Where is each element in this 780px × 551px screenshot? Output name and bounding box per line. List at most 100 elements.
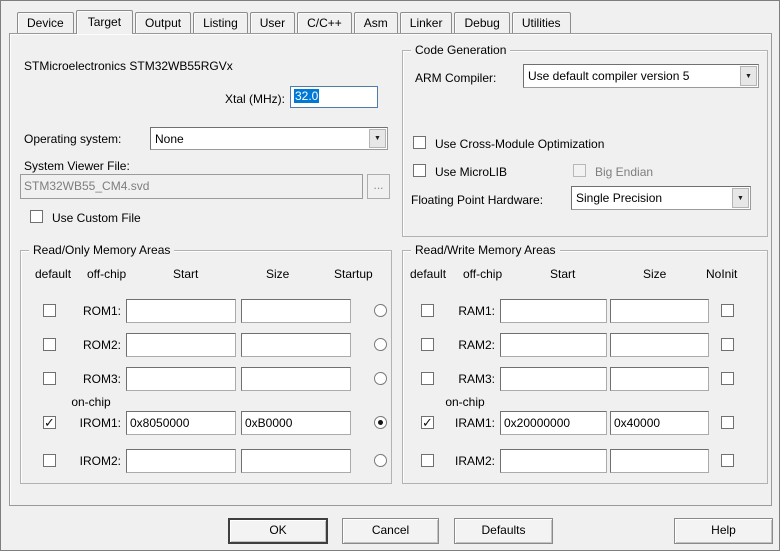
rom-header-default: default (35, 267, 72, 281)
big-endian-checkbox[interactable] (573, 164, 586, 177)
tab-cpp[interactable]: C/C++ (297, 12, 352, 33)
iram2-size-input[interactable] (610, 449, 709, 473)
browse-svd-button[interactable]: ... (367, 174, 390, 199)
defaults-button[interactable]: Defaults (454, 518, 553, 544)
iram1-row: IRAM1: (403, 411, 767, 437)
irom2-default-checkbox[interactable] (43, 454, 56, 467)
operating-system-select[interactable]: None (150, 127, 388, 150)
tab-user[interactable]: User (249, 12, 296, 33)
dropdown-arrow-icon[interactable] (732, 188, 749, 208)
options-for-target-dialog: Device Target Output Listing User C/C++ … (0, 0, 780, 551)
tab-debug[interactable]: Debug (454, 12, 510, 33)
tab-target[interactable]: Target (75, 10, 134, 34)
dropdown-arrow-icon[interactable] (740, 66, 757, 86)
tab-asm[interactable]: Asm (353, 12, 398, 33)
rom1-size-input[interactable] (241, 299, 351, 323)
xtal-input[interactable]: 32.0 (290, 86, 378, 108)
dropdown-arrow-icon[interactable] (369, 129, 386, 148)
ram1-start-input[interactable] (500, 299, 607, 323)
irom2-size-input[interactable] (241, 449, 351, 473)
irom2-label: IROM2: (79, 454, 121, 468)
read-write-memory-title: Read/Write Memory Areas (411, 243, 560, 257)
iram1-size-input[interactable] (610, 411, 709, 435)
rom2-startup-radio[interactable] (374, 338, 387, 351)
rom3-default-checkbox[interactable] (43, 372, 56, 385)
ram3-row: RAM3: (403, 367, 767, 393)
xtal-selected-text: 32.0 (294, 89, 320, 103)
iram2-default-checkbox[interactable] (421, 454, 434, 467)
ram2-size-input[interactable] (610, 333, 709, 357)
rom2-start-input[interactable] (126, 333, 236, 357)
cross-module-optimization-checkbox[interactable] (413, 136, 426, 149)
iram1-start-input[interactable] (500, 411, 607, 435)
use-custom-file-checkbox[interactable] (30, 210, 43, 223)
ram1-size-input[interactable] (610, 299, 709, 323)
ram3-start-input[interactable] (500, 367, 607, 391)
rom3-start-input[interactable] (126, 367, 236, 391)
rom3-row: ROM3: (21, 367, 391, 393)
irom1-start-input[interactable] (126, 411, 236, 435)
use-microlib-label: Use MicroLIB (435, 165, 508, 179)
ram3-noinit-checkbox[interactable] (721, 372, 734, 385)
rom1-default-checkbox[interactable] (43, 304, 56, 317)
rom1-label: ROM1: (82, 304, 121, 318)
ram2-row: RAM2: (403, 333, 767, 359)
system-viewer-file-field[interactable]: STM32WB55_CM4.svd (20, 174, 363, 199)
iram2-row: IRAM2: (403, 449, 767, 475)
help-button[interactable]: Help (674, 518, 773, 544)
ram1-label: RAM1: (458, 304, 495, 318)
floating-point-hardware-select[interactable]: Single Precision (571, 186, 751, 210)
ram-header-size: Size (643, 267, 667, 281)
arm-compiler-select[interactable]: Use default compiler version 5 (523, 64, 759, 88)
rom-header-start: Start (173, 267, 199, 281)
tab-device[interactable]: Device (17, 12, 74, 33)
arm-compiler-value: Use default compiler version 5 (528, 69, 690, 83)
ram-column-headers: default off-chip Start Size NoInit (403, 267, 767, 281)
rom-header-size: Size (266, 267, 290, 281)
ram1-default-checkbox[interactable] (421, 304, 434, 317)
rom1-start-input[interactable] (126, 299, 236, 323)
ram3-label: RAM3: (458, 372, 495, 386)
iram1-noinit-checkbox[interactable] (721, 416, 734, 429)
ram-header-noinit: NoInit (706, 267, 738, 281)
ram1-noinit-checkbox[interactable] (721, 304, 734, 317)
iram2-start-input[interactable] (500, 449, 607, 473)
irom1-size-input[interactable] (241, 411, 351, 435)
irom2-start-input[interactable] (126, 449, 236, 473)
rom1-startup-radio[interactable] (374, 304, 387, 317)
irom2-startup-radio[interactable] (374, 454, 387, 467)
irom1-startup-radio[interactable] (374, 416, 387, 429)
floating-point-hardware-value: Single Precision (576, 191, 663, 205)
rom3-startup-radio[interactable] (374, 372, 387, 385)
ram2-start-input[interactable] (500, 333, 607, 357)
ok-button[interactable]: OK (228, 518, 328, 544)
cancel-button[interactable]: Cancel (342, 518, 439, 544)
operating-system-label: Operating system: (24, 132, 122, 146)
use-microlib-checkbox[interactable] (413, 164, 426, 177)
tab-output[interactable]: Output (135, 12, 192, 33)
ram2-default-checkbox[interactable] (421, 338, 434, 351)
tab-listing[interactable]: Listing (193, 12, 248, 33)
tab-utilities[interactable]: Utilities (511, 12, 571, 33)
irom1-row: IROM1: (21, 411, 391, 437)
iram1-default-checkbox[interactable] (421, 415, 434, 431)
ram2-noinit-checkbox[interactable] (721, 338, 734, 351)
ram1-row: RAM1: (403, 299, 767, 325)
use-custom-file-label: Use Custom File (52, 211, 141, 225)
ram3-size-input[interactable] (610, 367, 709, 391)
cross-module-optimization-label: Use Cross-Module Optimization (435, 137, 605, 151)
floating-point-hardware-label: Floating Point Hardware: (411, 193, 544, 207)
big-endian-label: Big Endian (595, 165, 654, 179)
iram2-label: IRAM2: (454, 454, 495, 468)
ram3-default-checkbox[interactable] (421, 372, 434, 385)
xtal-label: Xtal (MHz): (225, 92, 285, 106)
rom3-size-input[interactable] (241, 367, 351, 391)
iram2-noinit-checkbox[interactable] (721, 454, 734, 467)
code-generation-title: Code Generation (411, 43, 511, 57)
ram-header-start: Start (550, 267, 576, 281)
tab-linker[interactable]: Linker (399, 12, 453, 33)
irom1-default-checkbox[interactable] (43, 415, 56, 431)
device-name-label: STMicroelectronics STM32WB55RGVx (24, 59, 233, 73)
rom2-default-checkbox[interactable] (43, 338, 56, 351)
rom2-size-input[interactable] (241, 333, 351, 357)
